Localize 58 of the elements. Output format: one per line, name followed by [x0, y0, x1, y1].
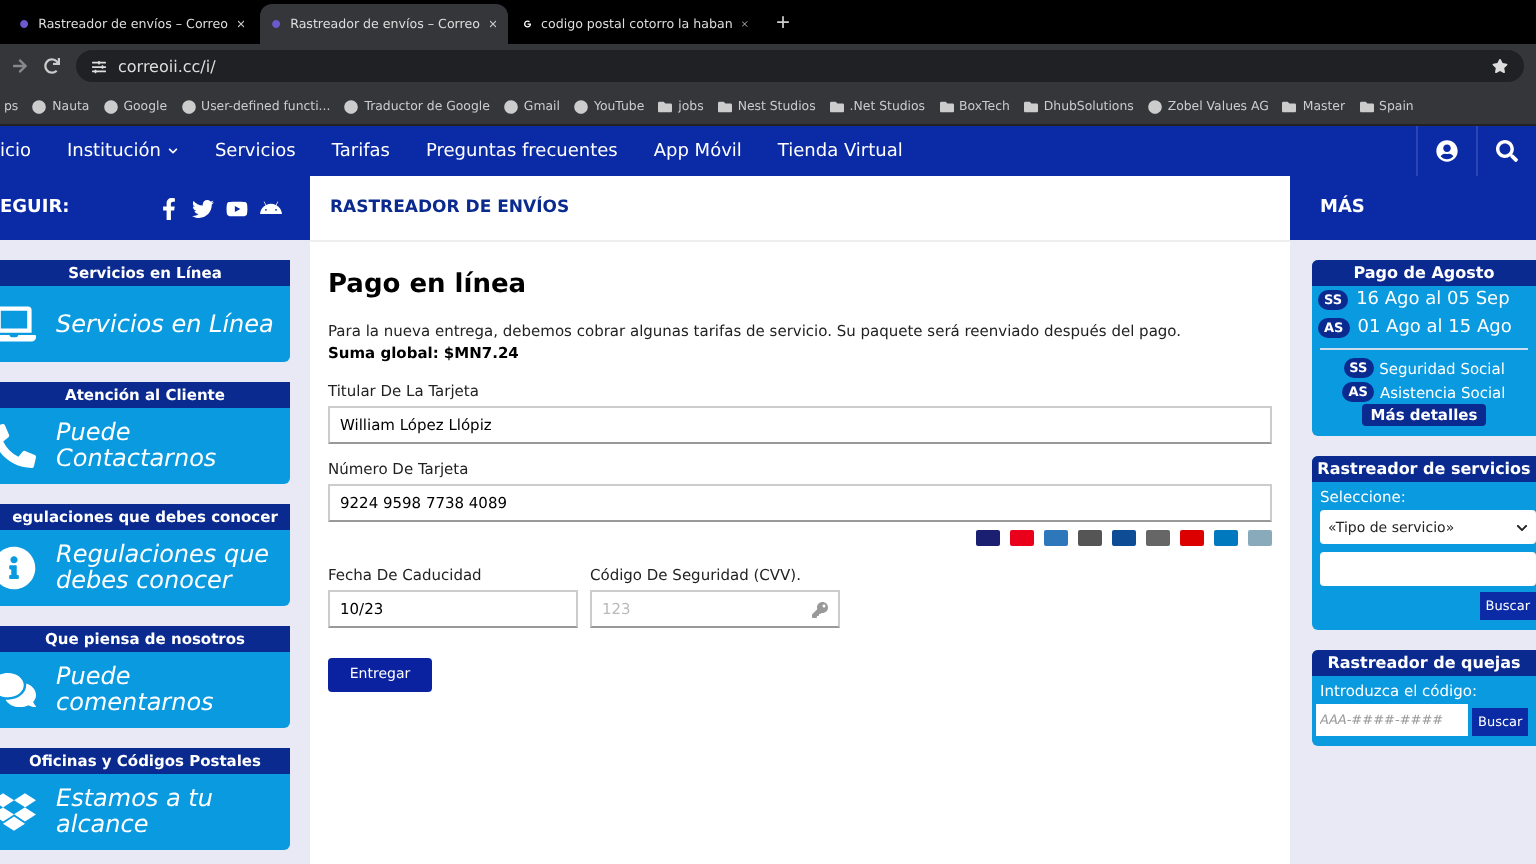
- site-icon: [272, 16, 281, 32]
- folder-icon: [1282, 99, 1297, 113]
- card-link-text: Estamos a tu alcance: [56, 786, 215, 838]
- laptop-icon: [0, 302, 36, 346]
- nav-link[interactable]: icio: [0, 141, 31, 161]
- search-icon: [1496, 140, 1518, 162]
- android-icon[interactable]: [260, 197, 282, 219]
- nav-link[interactable]: App Móvil: [653, 141, 742, 161]
- date-range: 16 Ago al 05 Sep: [1356, 290, 1510, 310]
- folder-icon: [717, 99, 732, 113]
- close-icon[interactable]: [237, 18, 244, 30]
- key-icon: [812, 602, 828, 618]
- user-icon: [1436, 140, 1458, 162]
- nav-link[interactable]: Tienda Virtual: [777, 141, 903, 161]
- youtube-icon[interactable]: [226, 197, 248, 219]
- site-info-icon[interactable]: [92, 59, 106, 73]
- folder-icon: [1023, 99, 1038, 113]
- site-icon: [573, 99, 588, 113]
- section-title: MÁS: [1290, 176, 1536, 240]
- site-icon: [103, 99, 118, 113]
- phone-icon: [0, 424, 36, 468]
- google-icon: [524, 16, 532, 32]
- nav-link[interactable]: Tarifas: [331, 141, 390, 161]
- close-icon[interactable]: [489, 18, 496, 30]
- site-icon: [1147, 99, 1162, 113]
- bookmark-star-icon[interactable]: [1492, 58, 1508, 74]
- input-field[interactable]: [1320, 552, 1536, 586]
- site-icon: [503, 99, 518, 113]
- card-link-text: Puede comentarnos: [56, 664, 216, 716]
- folder-icon: [829, 99, 844, 113]
- site-icon: [20, 16, 29, 32]
- folder-icon: [1359, 99, 1374, 113]
- site-icon: [181, 99, 196, 113]
- nav-link[interactable]: Preguntas frecuentes: [425, 141, 618, 161]
- facebook-icon[interactable]: [158, 197, 180, 219]
- new-tab-button[interactable]: +: [764, 6, 803, 38]
- folder-icon: [658, 99, 673, 113]
- card-link-text: Servicios en Línea: [56, 311, 276, 337]
- boxes-icon: [0, 790, 36, 834]
- caret-icon: [1516, 521, 1528, 533]
- page-title: Pago en línea: [328, 270, 529, 300]
- twitter-icon[interactable]: [192, 197, 214, 219]
- address-bar[interactable]: correoii.cc/i/: [76, 50, 1524, 82]
- site-icon: [32, 99, 47, 113]
- section-title: RASTREADOR DE ENVÍOS: [310, 176, 1290, 242]
- card-link-text: Regulaciones que debes conocer: [56, 542, 272, 594]
- card-link-text: Puede Contactarnos: [56, 420, 219, 472]
- forward-icon[interactable]: [12, 58, 28, 74]
- follow-label: EGUIR:: [0, 198, 70, 218]
- folder-icon: [939, 99, 954, 113]
- nav-link[interactable]: Institución: [66, 141, 179, 161]
- close-icon[interactable]: [742, 18, 748, 30]
- site-icon: [344, 99, 359, 113]
- info-icon: [0, 546, 36, 590]
- reload-icon[interactable]: [44, 58, 60, 74]
- date-range: 01 Ago al 15 Ago: [1357, 318, 1512, 338]
- nav-link[interactable]: Servicios: [214, 141, 296, 161]
- chat-icon: [0, 668, 36, 712]
